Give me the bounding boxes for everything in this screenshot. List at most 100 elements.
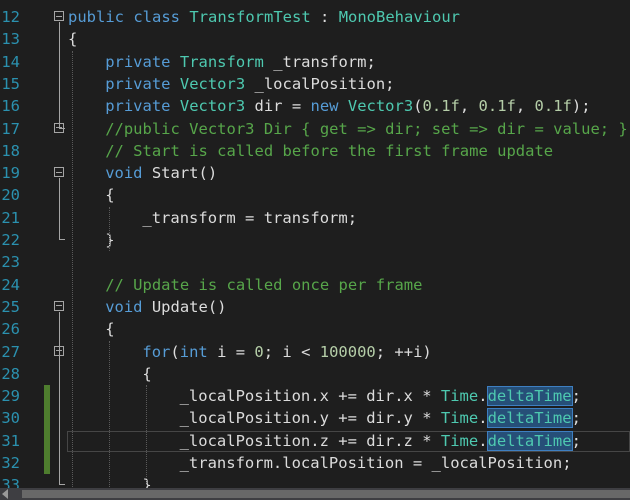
code-line[interactable]: 19 void Start() — [0, 162, 630, 184]
code-token: public — [68, 8, 124, 26]
code-text[interactable]: { — [105, 318, 114, 340]
indent-guide — [146, 385, 148, 488]
line-number: 25 — [1, 297, 20, 316]
line-number: 31 — [1, 431, 20, 450]
code-text[interactable]: // Start is called before the first fram… — [105, 140, 553, 162]
code-text[interactable]: _localPosition.y += dir.y * Time.deltaTi… — [180, 407, 581, 429]
code-line[interactable]: 14 private Transform _transform; — [0, 51, 630, 73]
line-number: 15 — [1, 74, 20, 93]
code-line[interactable]: 23 — [0, 251, 630, 273]
code-text[interactable]: private Vector3 dir = new Vector3(0.1f, … — [105, 95, 590, 117]
line-number: 26 — [1, 320, 20, 339]
code-token: { — [105, 186, 115, 205]
code-line[interactable]: 27 for(int i = 0; i < 100000; ++i) — [0, 341, 630, 363]
code-token: private — [105, 74, 171, 93]
horizontal-scrollbar[interactable] — [0, 488, 630, 500]
code-line[interactable]: 13 { — [0, 28, 630, 50]
code-token: class — [133, 8, 181, 26]
code-token: 0.1f — [422, 97, 460, 116]
line-number: 21 — [1, 208, 20, 227]
fold-collapse-icon[interactable] — [54, 300, 64, 311]
code-token: _localPosition; — [245, 74, 395, 93]
line-number: 20 — [1, 186, 20, 205]
code-text[interactable]: void Start() — [105, 162, 217, 184]
code-token: Time — [440, 431, 479, 450]
line-number: 13 — [1, 30, 20, 49]
code-line[interactable]: 22} — [0, 229, 630, 251]
fold-collapse-icon[interactable] — [54, 11, 64, 21]
code-text[interactable]: //public Vector3 Dir { get => dir; set =… — [105, 118, 628, 140]
code-text[interactable]: private Vector3 _localPosition; — [105, 73, 394, 95]
change-indicator — [44, 385, 50, 408]
code-line[interactable]: 29 _localPosition.x += dir.x * Time.delta… — [0, 385, 630, 407]
code-text[interactable]: // Update is called once per frame — [105, 274, 422, 296]
line-number: 22 — [1, 231, 20, 249]
code-token: private — [105, 97, 171, 116]
scrollbar-thumb[interactable] — [22, 490, 630, 498]
code-line[interactable]: 32 _transform.localPosition = _localPosit… — [0, 452, 630, 474]
line-number: 19 — [1, 164, 20, 183]
outline-line — [59, 311, 60, 485]
line-number: 33 — [1, 476, 20, 488]
code-text[interactable]: for(int i = 0; i < 100000; ++i) — [142, 341, 431, 363]
code-line[interactable]: 17 //public Vector3 Dir { get => dir; set… — [0, 118, 630, 140]
code-token: ; — [571, 431, 581, 450]
change-indicator — [44, 452, 50, 475]
code-text[interactable]: { — [68, 28, 77, 50]
code-token: _transform.localPosition = _localPositio… — [179, 454, 572, 472]
code-line[interactable]: 28 { — [0, 363, 630, 385]
fold-collapse-icon[interactable] — [54, 167, 64, 178]
code-token: { — [105, 320, 115, 339]
code-line[interactable]: 20 { — [0, 184, 630, 206]
code-line[interactable]: 33} — [0, 474, 630, 488]
code-text[interactable]: public class TransformTest : MonoBehavio… — [68, 6, 460, 28]
code-token: for — [142, 342, 171, 361]
code-text[interactable]: _transform = transform; — [142, 207, 357, 229]
line-number: 23 — [1, 253, 20, 272]
code-token: // Update is called once per frame — [105, 275, 423, 294]
code-line[interactable]: 18 // Start is called before the first fr… — [0, 140, 630, 162]
code-text[interactable]: _localPosition.z += dir.z * Time.deltaTi… — [180, 430, 581, 452]
line-number: 27 — [1, 342, 20, 361]
code-text[interactable]: { — [142, 363, 151, 385]
outline-line — [59, 22, 60, 128]
code-text[interactable]: _localPosition.x += dir.x * Time.deltaTi… — [180, 385, 581, 407]
code-token: ( — [170, 342, 180, 361]
line-number: 16 — [1, 97, 20, 116]
code-line[interactable]: 12 public class TransformTest : MonoBehav… — [0, 6, 630, 28]
code-line[interactable]: 24 // Update is called once per frame — [0, 274, 630, 296]
code-text[interactable]: _transform.localPosition = _localPositio… — [180, 452, 572, 474]
change-indicator — [44, 429, 50, 452]
code-token: ); — [571, 97, 591, 116]
code-token: . — [478, 431, 488, 450]
code-line[interactable]: 31 _localPosition.z += dir.z * Time.delta… — [0, 430, 630, 452]
code-text[interactable]: void Update() — [105, 296, 226, 318]
code-token: ( — [413, 97, 423, 116]
code-line[interactable]: 21 _transform = transform; — [0, 207, 630, 229]
code-editor[interactable]: 12 public class TransformTest : MonoBehav… — [0, 0, 630, 488]
code-line[interactable]: 16 private Vector3 dir = new Vector3(0.1f… — [0, 95, 630, 117]
code-text[interactable]: { — [105, 184, 114, 206]
code-token: , — [515, 97, 535, 116]
line-number: 14 — [1, 52, 20, 71]
code-line[interactable]: 26 { — [0, 318, 630, 340]
code-token: Vector3 — [347, 97, 414, 116]
code-token: 0.1f — [478, 97, 516, 116]
code-token: //public Vector3 Dir { get => dir; set =… — [105, 119, 628, 138]
code-text[interactable]: private Transform _transform; — [105, 51, 376, 73]
code-token: // Start is called before the first fram… — [105, 141, 554, 160]
scroll-left-arrow-icon[interactable] — [2, 489, 8, 499]
code-token: 0.1f — [534, 97, 572, 116]
code-token: dir = — [245, 97, 311, 116]
code-token: 0 — [254, 342, 264, 361]
code-token: int — [179, 342, 208, 361]
code-line[interactable]: 25 void Update() — [0, 296, 630, 318]
line-number: 30 — [1, 409, 20, 428]
code-token: Update() — [142, 297, 227, 316]
code-line[interactable]: 30 _localPosition.y += dir.y * Time.delta… — [0, 407, 630, 429]
code-line[interactable]: 15 private Vector3 _localPosition; — [0, 73, 630, 95]
